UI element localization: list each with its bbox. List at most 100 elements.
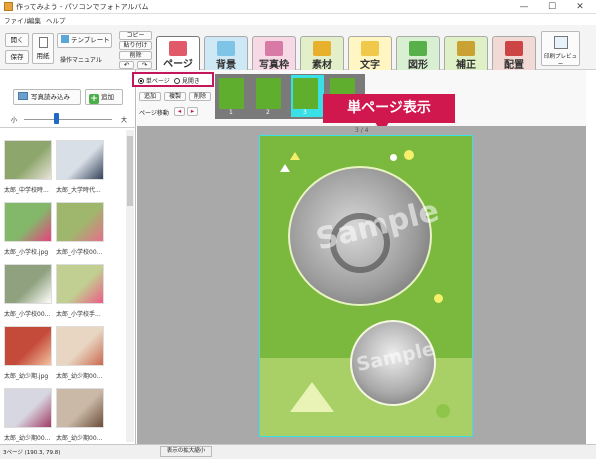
redo-button[interactable]: ↷ [137,61,152,69]
copy-button[interactable]: コピー [119,31,152,40]
tab-label: 配置 [504,60,524,71]
maximize-button[interactable]: ☐ [538,0,566,14]
radio-selected-icon [138,78,144,84]
thumbnail-size-track [24,119,112,120]
undo-button[interactable]: ↶ [119,61,134,69]
menu-help[interactable]: ヘルプ [46,15,66,25]
template-button[interactable]: テンプレート [57,33,112,48]
tab-6[interactable]: 補正 [444,36,488,72]
photo-thumbnail[interactable] [56,264,104,304]
app-icon [4,2,13,11]
photo-caption: 太郎_幼少期00... [56,373,103,380]
photo-caption: 太郎_小学校.jpg [4,249,49,256]
manual-link[interactable]: 操作マニュアル [60,55,102,64]
photo-thumbnail[interactable] [56,202,104,242]
photo-thumbnail[interactable] [4,140,52,180]
thumbnail-size-slider[interactable] [54,113,59,124]
tab-1[interactable]: 背景 [204,36,248,72]
photo-thumbnail[interactable] [4,202,52,242]
single-page-callout: 単ページ表示 [323,94,455,123]
photo-thumbnail[interactable] [56,326,104,366]
triangle-cluster [290,382,334,412]
photo-thumbnail[interactable] [56,140,104,180]
tab-3[interactable]: 素材 [300,36,344,72]
save-button[interactable]: 保存 [5,50,29,64]
delete-button[interactable]: 削除 [119,51,152,60]
page-move-left-button[interactable]: ◂ [174,107,185,116]
tab-icon [217,41,235,56]
paste-button[interactable]: 貼り付け [119,41,152,50]
tab-icon [169,41,187,56]
menu-file[interactable]: ファイル [4,15,30,25]
title-bar: 作ってみよう - パソコンでフォトアルバム — ☐ ✕ [0,0,596,14]
tab-label: 図形 [408,60,428,71]
tab-label: 文字 [360,60,380,71]
photo-caption: 太郎_幼少期00... [4,435,51,442]
tab-icon [505,41,523,56]
page-number: 1 [229,109,233,116]
tab-icon [457,41,475,56]
zoom-button[interactable]: 表示の拡大縮小 [160,446,212,457]
tab-4[interactable]: 文字 [348,36,392,72]
photo-thumbnail[interactable] [4,326,52,366]
tab-7[interactable]: 配置 [492,36,536,72]
menu-edit[interactable]: 編集 [28,15,41,25]
load-photos-button[interactable]: 写真読み込み [13,89,81,105]
tab-icon [313,41,331,56]
dot-decoration [404,150,414,160]
page-add-button[interactable]: 追加 [139,92,161,101]
plus-icon: + [89,94,99,104]
print-preview-label: 印刷プレビュー [543,54,577,68]
tab-5[interactable]: 図形 [396,36,440,72]
tab-label: 補正 [456,60,476,71]
spread-radio[interactable]: 見開き [174,76,200,85]
page-move-right-button[interactable]: ▸ [187,107,198,116]
print-preview-button[interactable]: 印刷プレビュー [541,31,580,68]
album-page[interactable]: Sample Sample [259,135,473,437]
template-label: テンプレート [71,36,110,44]
triangle-decoration [290,152,300,160]
page-thumbnail[interactable] [219,78,244,109]
radio-unselected-icon [174,78,180,84]
menu-bar [0,14,596,25]
status-coords: 3ページ (190.3, 79.8) [3,450,61,456]
tab-2[interactable]: 写真枠 [252,36,296,72]
photo-scrollbar[interactable] [126,130,134,442]
add-photo-button[interactable]: + 追加 [85,89,123,105]
magnifier-icon [553,36,568,49]
photo-caption: 太郎_小学校00... [4,311,51,318]
add-photo-label: 追加 [101,93,114,101]
page-thumbnail[interactable] [256,78,281,109]
window-title: 作ってみよう - パソコンでフォトアルバム [16,3,149,11]
page-thumbnail[interactable] [293,78,318,109]
tab-label: ページ [163,59,193,70]
photo-icon [18,92,28,100]
page-indicator: 3 / 4 [355,127,369,134]
single-page-radio[interactable]: 単ページ [138,76,170,85]
photo-thumbnail[interactable] [4,264,52,304]
size-small-label: 小 [11,117,18,124]
tab-icon [409,41,427,56]
page-move-label: ページ移動 [139,110,169,117]
template-icon [61,35,69,43]
scrollbar-thumb[interactable] [127,136,133,206]
close-button[interactable]: ✕ [566,0,594,14]
load-photos-label: 写真読み込み [31,93,70,101]
photo-thumbnail[interactable] [4,388,52,428]
photo-caption: 太郎_幼少期.jpg [4,373,49,380]
photo-caption: 太郎_小学校00... [56,249,103,256]
page-number: 3 [303,109,307,116]
paper-label: 用紙 [36,52,50,60]
photo-caption: 太郎_小学校手... [56,311,101,318]
photo-caption: 太郎_大学時代... [56,187,101,194]
tab-label: 背景 [216,60,236,71]
photo-thumbnail[interactable] [56,388,104,428]
minimize-button[interactable]: — [510,0,538,14]
page-duplicate-button[interactable]: 複製 [164,92,186,101]
paper-button[interactable]: 用紙 [32,33,54,64]
tab-0[interactable]: ページ [156,36,200,71]
tab-label: 写真枠 [259,60,289,71]
dot-decoration [390,154,397,161]
page-remove-button[interactable]: 削除 [189,92,211,101]
open-button[interactable]: 開く [5,33,29,47]
